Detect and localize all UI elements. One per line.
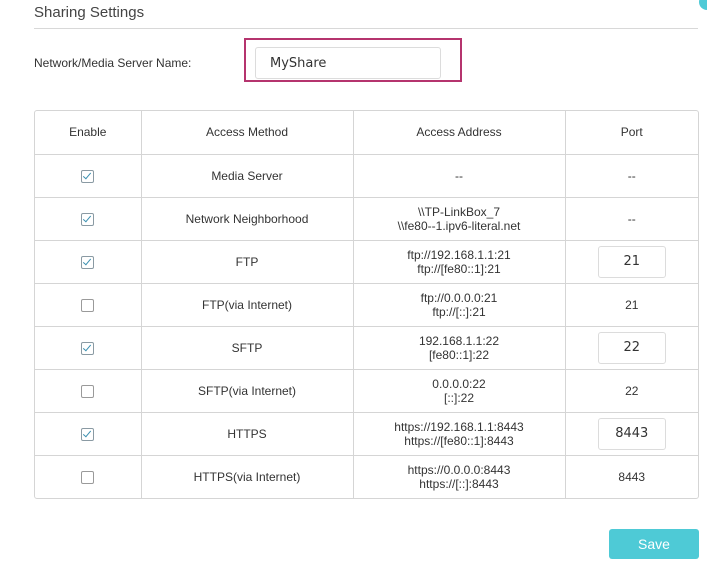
port-cell: 22 [565,369,698,413]
access-method-cell: FTP [141,240,354,284]
header-port: Port [565,111,698,155]
port-cell: -- [565,154,698,198]
enable-cell [35,240,142,284]
table-row: Network Neighborhood \\TP-LinkBox_7 \\fe80… [35,197,698,241]
access-address-cell: ftp://0.0.0.0:21 ftp://[::]:21 [353,283,566,327]
server-name-label: Network/Media Server Name: [34,56,192,70]
table-row: Media Server -- -- [35,154,698,198]
access-address-line: ftp://[::]:21 [432,304,486,319]
access-address-line: \\fe80--1.ipv6-literal.net [397,218,521,233]
port-cell [565,240,698,284]
enable-checkbox[interactable] [81,427,95,441]
port-value: 8443 [618,469,646,484]
port-cell [565,326,698,370]
port-value: -- [627,211,636,226]
access-address-line: https://0.0.0.0:8443 [407,462,511,477]
access-method-cell: HTTPS(via Internet) [141,455,354,498]
port-input[interactable] [597,417,666,450]
enable-checkbox[interactable] [81,169,95,183]
enable-checkbox[interactable] [81,255,95,269]
access-table: Enable Access Method Access Address Port… [34,110,699,499]
access-method-cell: FTP(via Internet) [141,283,354,327]
server-name-input[interactable] [255,47,441,79]
port-value: -- [627,168,636,183]
access-address-line: \\TP-LinkBox_7 [417,204,501,219]
enable-cell [35,154,142,198]
access-address-cell: ftp://192.168.1.1:21 ftp://[fe80::1]:21 [353,240,566,284]
port-input[interactable] [597,331,666,364]
access-method-cell: Network Neighborhood [141,197,354,241]
access-address-line: -- [455,168,463,183]
enable-checkbox[interactable] [81,212,95,226]
access-address-cell: -- [353,154,566,198]
enable-cell [35,369,142,413]
table-row: SFTP 192.168.1.1:22 [fe80::1]:22 [35,326,698,370]
enable-cell [35,412,142,456]
access-address-cell: https://0.0.0.0:8443 https://[::]:8443 [353,455,566,498]
header-access-method: Access Method [141,111,354,155]
access-address-line: ftp://[fe80::1]:21 [417,261,501,276]
access-address-line: 192.168.1.1:22 [418,333,500,348]
enable-cell [35,326,142,370]
access-address-cell: https://192.168.1.1:8443 https://[fe80::1… [353,412,566,456]
access-address-line: [fe80::1]:22 [428,347,490,362]
port-cell [565,412,698,456]
port-cell: -- [565,197,698,241]
enable-cell [35,455,142,498]
access-address-line: https://192.168.1.1:8443 [394,419,524,434]
save-button[interactable]: Save [609,529,699,559]
header-access-address: Access Address [353,111,566,155]
help-icon[interactable] [699,0,707,10]
table-row: HTTPS https://192.168.1.1:8443 https://[fe… [35,412,698,456]
port-cell: 8443 [565,455,698,498]
access-method-cell: HTTPS [141,412,354,456]
access-address-cell: 0.0.0.0:22 [::]:22 [353,369,566,413]
table-row: FTP ftp://192.168.1.1:21 ftp://[fe80::1]:2… [35,240,698,284]
port-value: 21 [625,297,639,312]
enable-checkbox[interactable] [81,384,95,398]
enable-cell [35,283,142,327]
access-address-line: https://[fe80::1]:8443 [404,433,514,448]
enable-checkbox[interactable] [81,298,95,312]
access-method-cell: SFTP [141,326,354,370]
header-enable: Enable [35,111,142,155]
port-value: 22 [625,383,639,398]
access-address-line: 0.0.0.0:22 [432,376,486,391]
access-address-line: ftp://192.168.1.1:21 [407,247,511,262]
access-address-cell: 192.168.1.1:22 [fe80::1]:22 [353,326,566,370]
port-input[interactable] [597,245,666,278]
enable-cell [35,197,142,241]
table-row: FTP(via Internet) ftp://0.0.0.0:21 ftp://[… [35,283,698,327]
access-method-cell: Media Server [141,154,354,198]
access-address-line: [::]:22 [443,390,475,405]
table-row: HTTPS(via Internet) https://0.0.0.0:8443 h… [35,455,698,498]
access-method-cell: SFTP(via Internet) [141,369,354,413]
table-header-row: Enable Access Method Access Address Port [35,111,698,155]
port-cell: 21 [565,283,698,327]
enable-checkbox[interactable] [81,470,95,484]
title-divider [34,28,698,29]
section-title: Sharing Settings [34,4,145,21]
access-address-cell: \\TP-LinkBox_7 \\fe80--1.ipv6-literal.net [353,197,566,241]
enable-checkbox[interactable] [81,341,95,355]
access-address-line: ftp://0.0.0.0:21 [420,290,498,305]
access-address-line: https://[::]:8443 [419,476,499,491]
table-row: SFTP(via Internet) 0.0.0.0:22 [::]:22 22 [35,369,698,413]
